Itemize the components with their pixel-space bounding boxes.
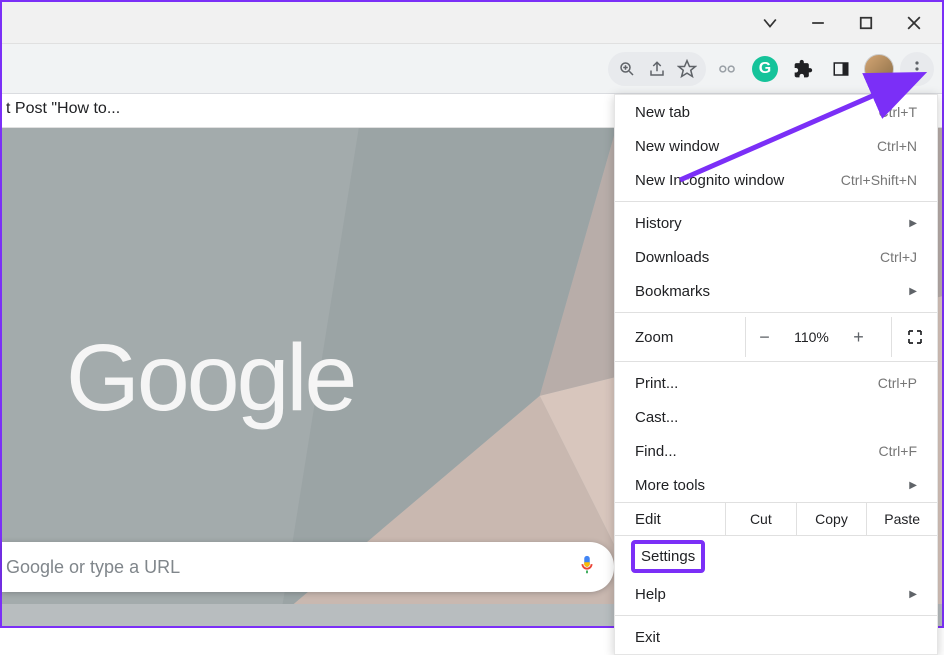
zoom-icon[interactable] [612,52,642,86]
voice-search-icon[interactable] [576,554,598,581]
grammarly-extension-icon[interactable]: G [748,52,782,86]
google-logo: Google [66,324,354,433]
menu-new-window[interactable]: New window Ctrl+N [615,129,937,163]
window-tab-dropdown[interactable] [746,6,794,40]
window-maximize[interactable] [842,6,890,40]
edit-copy[interactable]: Copy [796,503,867,535]
fullscreen-button[interactable] [891,317,937,357]
side-panel-icon[interactable] [824,52,858,86]
edit-cut[interactable]: Cut [725,503,796,535]
separator [615,361,937,362]
menu-more-tools[interactable]: More tools ▶ [615,468,937,502]
share-icon[interactable] [642,52,672,86]
more-menu-button[interactable] [900,52,934,86]
loom-extension-icon[interactable] [710,52,744,86]
chevron-right-icon: ▶ [909,286,917,297]
menu-exit[interactable]: Exit [615,620,937,654]
menu-find[interactable]: Find... Ctrl+F [615,434,937,468]
window-titlebar [2,2,942,44]
bookmark-star-icon[interactable] [672,52,702,86]
address-bar-actions [608,52,706,86]
chevron-right-icon: ▶ [909,218,917,229]
menu-new-tab[interactable]: New tab Ctrl+T [615,95,937,129]
edit-paste[interactable]: Paste [866,503,937,535]
settings-highlighted: Settings [631,540,705,573]
menu-zoom-row: Zoom − 110% + [615,317,937,357]
menu-settings[interactable]: Settings [615,536,937,577]
separator [615,312,937,313]
zoom-level: 110% [782,317,840,357]
window-close[interactable] [890,6,938,40]
menu-bookmarks[interactable]: Bookmarks ▶ [615,274,937,308]
menu-cast[interactable]: Cast... [615,400,937,434]
chrome-main-menu: New tab Ctrl+T New window Ctrl+N New Inc… [614,94,938,655]
zoom-out-button[interactable]: − [746,317,782,357]
menu-new-incognito[interactable]: New Incognito window Ctrl+Shift+N [615,163,937,197]
profile-avatar[interactable] [862,52,896,86]
menu-history[interactable]: History ▶ [615,206,937,240]
menu-downloads[interactable]: Downloads Ctrl+J [615,240,937,274]
window-minimize[interactable] [794,6,842,40]
menu-print[interactable]: Print... Ctrl+P [615,366,937,400]
extensions-puzzle-icon[interactable] [786,52,820,86]
separator [615,615,937,616]
search-input[interactable]: Google or type a URL [2,542,614,592]
chevron-right-icon: ▶ [909,589,917,600]
menu-edit-row: Edit Cut Copy Paste [615,502,937,536]
separator [615,201,937,202]
search-placeholder: Google or type a URL [6,557,180,578]
browser-toolbar: G [2,44,942,94]
chevron-right-icon: ▶ [909,480,917,491]
menu-help[interactable]: Help ▶ [615,577,937,611]
zoom-in-button[interactable]: + [840,317,876,357]
